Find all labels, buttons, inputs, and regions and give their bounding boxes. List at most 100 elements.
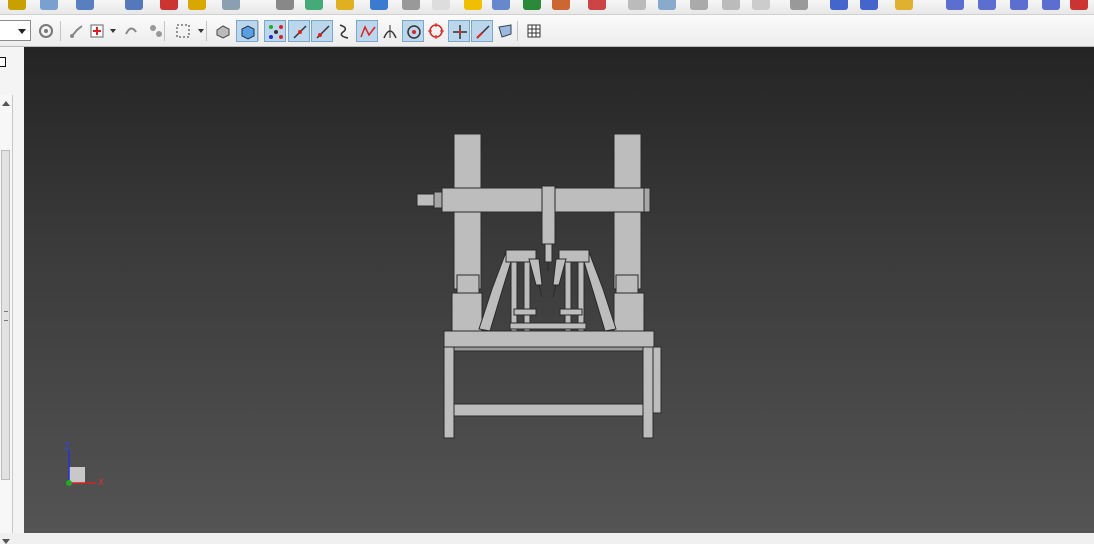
triad-cube	[69, 467, 85, 483]
select-box-icon-glyph	[176, 24, 190, 38]
shaded-view-icon[interactable]	[236, 20, 258, 42]
select-box-icon[interactable]	[172, 20, 194, 42]
bucket-icon[interactable]	[188, 0, 206, 10]
center-snap-icon[interactable]	[402, 20, 424, 42]
intersection-snap-icon[interactable]	[448, 20, 470, 42]
gallery-icon[interactable]	[552, 0, 570, 10]
axis-triad	[66, 450, 96, 486]
vertical-scrollbar[interactable]	[0, 95, 13, 544]
toolbar-separator	[206, 21, 207, 41]
plane2-icon[interactable]	[978, 0, 996, 10]
folder-icon[interactable]	[895, 0, 913, 10]
sketch-point-icon-glyph	[70, 25, 83, 38]
toolbar-separator	[60, 21, 61, 41]
image-icon[interactable]	[523, 0, 541, 10]
surface-snap-icon[interactable]	[494, 20, 516, 42]
midpoint-snap-icon-glyph	[360, 25, 376, 38]
toolbar-separator	[164, 21, 165, 41]
midpoint-snap-icon[interactable]	[356, 20, 378, 42]
grip-icon	[4, 311, 8, 321]
solid-blue-icon[interactable]	[830, 0, 848, 10]
plane4-icon[interactable]	[1042, 0, 1060, 10]
tangent-snap-icon[interactable]	[379, 20, 401, 42]
selection-filter-combo[interactable]	[0, 20, 31, 41]
block-icon[interactable]	[402, 0, 420, 10]
scroll-down-icon[interactable]	[2, 539, 10, 544]
curve-snap-icon[interactable]	[333, 20, 355, 42]
top-toolbar	[0, 0, 1094, 15]
grid-icon[interactable]	[523, 20, 545, 42]
transform-icon-glyph	[125, 27, 137, 35]
toolbar-separator	[517, 21, 518, 41]
left-panel	[0, 47, 24, 544]
eraser-icon[interactable]	[432, 0, 450, 10]
center-snap-icon-glyph	[407, 25, 421, 39]
wireframe-view-icon[interactable]	[212, 20, 234, 42]
render-icon[interactable]	[370, 0, 388, 10]
cloud-icon[interactable]	[628, 0, 646, 10]
quadrant-snap-icon[interactable]	[425, 20, 447, 42]
axis-z-label: Z	[64, 442, 71, 452]
plane3-icon[interactable]	[1010, 0, 1028, 10]
right-robot-arm	[580, 251, 617, 332]
center-torch	[541, 185, 556, 245]
arch-icon[interactable]	[492, 0, 510, 10]
lower-rail	[453, 403, 644, 417]
model-drawing	[66, 133, 662, 486]
quadrant-snap-icon-glyph	[428, 23, 444, 39]
copy-icon[interactable]	[276, 0, 294, 10]
intersection-snap-icon-glyph	[453, 25, 467, 39]
pin-icon[interactable]	[160, 0, 178, 10]
tangent-snap-icon-glyph	[383, 25, 397, 39]
solid-icon[interactable]	[76, 0, 94, 10]
sheet-icon[interactable]	[860, 0, 878, 10]
shaded-view-icon-glyph	[241, 25, 255, 40]
snap-settings-icon[interactable]	[35, 20, 57, 42]
scroll-up-icon[interactable]	[2, 101, 10, 106]
point-snap-icon[interactable]	[264, 20, 286, 42]
feature-point-icon[interactable]	[86, 20, 108, 42]
feature-point-icon-glyph	[90, 24, 104, 38]
shaded-box-icon[interactable]	[464, 0, 482, 10]
rings-icon[interactable]	[222, 0, 240, 10]
edge-snap-icon-glyph	[316, 25, 330, 39]
arrow-icon[interactable]	[790, 0, 808, 10]
box-icon[interactable]	[752, 0, 770, 10]
wing-icon[interactable]	[305, 0, 323, 10]
curve-snap-icon-glyph	[339, 24, 349, 39]
left-leg	[443, 346, 455, 439]
left-robot-arm	[478, 251, 515, 332]
chevron-down-icon[interactable]	[18, 29, 26, 34]
axis-x-label: X	[98, 478, 105, 488]
scroll-thumb[interactable]	[1, 150, 10, 480]
shape-icon[interactable]	[690, 0, 708, 10]
hidden-icon[interactable]	[722, 0, 740, 10]
transform-icon[interactable]	[120, 20, 142, 42]
chair-icon[interactable]	[588, 0, 606, 10]
curve-icon[interactable]	[8, 0, 26, 10]
database-icon[interactable]	[125, 0, 143, 10]
control-box	[652, 346, 662, 414]
line-snap-icon[interactable]	[288, 20, 310, 42]
plane-icon[interactable]	[946, 0, 964, 10]
grid-icon-glyph	[527, 24, 541, 38]
cube-icon[interactable]	[336, 0, 354, 10]
surface-icon[interactable]	[40, 0, 58, 10]
right-leg	[642, 346, 654, 439]
perpendicular-snap-icon[interactable]	[471, 20, 493, 42]
graphics-viewport[interactable]: Z X	[24, 47, 1094, 533]
pencil-icon[interactable]	[1070, 0, 1088, 10]
main-toolbar	[0, 15, 1094, 47]
line-snap-icon-glyph	[293, 25, 307, 39]
chevron-down-icon[interactable]	[198, 29, 204, 33]
snap-settings-icon-glyph	[39, 24, 53, 38]
wireframe-view-icon-glyph	[216, 25, 230, 39]
sketch-point-icon[interactable]	[66, 20, 88, 42]
edge-snap-icon[interactable]	[311, 20, 333, 42]
chevron-down-icon[interactable]	[110, 29, 116, 33]
surface-snap-icon-glyph	[498, 24, 512, 38]
perpendicular-snap-icon-glyph	[476, 25, 490, 39]
toolbar-separator	[258, 21, 259, 41]
panel-maximize-icon[interactable]	[0, 57, 6, 67]
layer-icon[interactable]	[658, 0, 676, 10]
